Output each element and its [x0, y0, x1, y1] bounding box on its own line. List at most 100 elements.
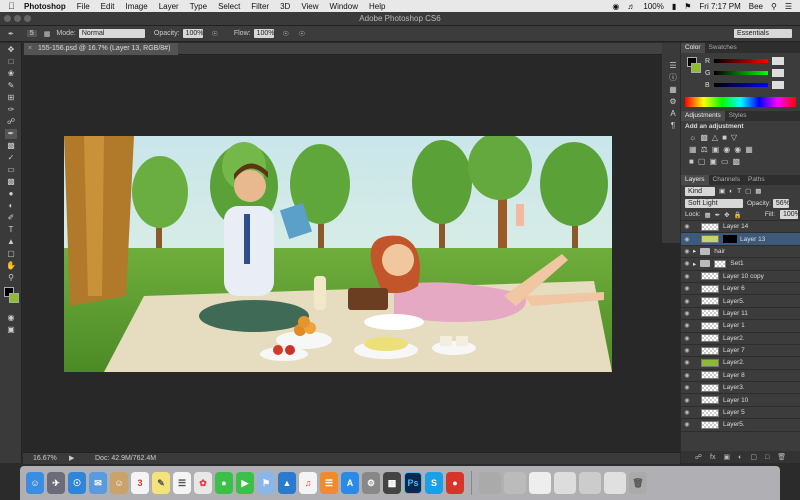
menu-window[interactable]: Window: [330, 2, 358, 11]
layer-row[interactable]: ◉ Layer 10 copy: [681, 271, 800, 283]
layer-row[interactable]: ◉ Layer 6: [681, 283, 800, 296]
layer-row[interactable]: ◉ Layer 8: [681, 370, 800, 383]
safari-icon[interactable]: ☉: [68, 472, 86, 494]
visibility-eye-icon[interactable]: ◉: [681, 298, 693, 305]
pen-tool-icon[interactable]: ✐: [5, 213, 17, 223]
color-balance-adjustment-icon[interactable]: ⚖: [701, 145, 708, 154]
menu-layer[interactable]: Layer: [159, 2, 179, 11]
ibooks-icon[interactable]: ☰: [320, 472, 338, 494]
layer-row[interactable]: ◉ Layer 11: [681, 308, 800, 321]
app-icon[interactable]: ●: [446, 472, 464, 494]
link-layers-icon[interactable]: ☍: [695, 453, 702, 461]
notification-center-icon[interactable]: ☰: [785, 2, 792, 11]
menu-filter[interactable]: Filter: [251, 2, 269, 11]
visibility-eye-icon[interactable]: ◉: [681, 273, 693, 280]
minimized-window-thumbnail[interactable]: [479, 472, 501, 494]
layer-row[interactable]: ◉ Layer5.: [681, 419, 800, 432]
blur-tool-icon[interactable]: ●: [5, 189, 17, 199]
blue-value-field[interactable]: [771, 81, 784, 89]
layer-row[interactable]: ◉ Layer 5: [681, 407, 800, 420]
brightness-adjustment-icon[interactable]: ☼: [689, 133, 696, 142]
photoshop-icon[interactable]: Ps: [404, 472, 422, 494]
blue-slider[interactable]: [713, 83, 768, 87]
quick-mask-icon[interactable]: ◉: [5, 313, 17, 323]
visibility-eye-icon[interactable]: ◉: [681, 372, 693, 379]
delete-layer-icon[interactable]: 🗑: [777, 453, 786, 461]
clone-stamp-tool-icon[interactable]: ▩: [5, 141, 17, 151]
healing-brush-tool-icon[interactable]: ☍: [5, 117, 17, 127]
doc-info-icon[interactable]: ▶: [69, 453, 74, 465]
tab-channels[interactable]: Channels: [709, 175, 744, 185]
layer-row[interactable]: ◉ ▸ hair: [681, 246, 800, 259]
new-layer-icon[interactable]: □: [765, 454, 769, 461]
green-value-field[interactable]: [772, 69, 785, 77]
character-panel-icon[interactable]: A: [667, 109, 679, 119]
black-white-adjustment-icon[interactable]: ▣: [712, 145, 720, 154]
visibility-eye-icon[interactable]: ◉: [681, 223, 693, 230]
close-tab-icon[interactable]: ×: [28, 43, 32, 55]
wifi-icon[interactable]: ◉: [612, 2, 619, 11]
close-window-button[interactable]: [4, 15, 11, 22]
visibility-eye-icon[interactable]: ◉: [681, 421, 693, 428]
move-tool-icon[interactable]: ✥: [5, 45, 17, 55]
lock-transparent-icon[interactable]: ▦: [705, 211, 711, 219]
menubar-clock[interactable]: Fri 7:17 PM: [699, 2, 740, 11]
filter-shape-icon[interactable]: ▢: [745, 187, 751, 195]
color-lookup-adjustment-icon[interactable]: ▦: [745, 145, 753, 154]
eyedropper-tool-icon[interactable]: ✑: [5, 105, 17, 115]
pressure-size-icon[interactable]: ☉: [299, 30, 305, 38]
flag-icon[interactable]: ⚑: [684, 2, 691, 11]
visibility-eye-icon[interactable]: ◉: [681, 260, 693, 267]
visibility-eye-icon[interactable]: ◉: [681, 310, 693, 317]
lock-all-icon[interactable]: 🔒: [734, 211, 742, 219]
tab-paths[interactable]: Paths: [744, 175, 769, 185]
menu-view[interactable]: View: [301, 2, 318, 11]
layer-row[interactable]: ◉ ▸ Set1: [681, 258, 800, 271]
visibility-eye-icon[interactable]: ◉: [681, 384, 693, 391]
info-panel-icon[interactable]: ⓘ: [667, 73, 679, 83]
levels-adjustment-icon[interactable]: ▩: [700, 133, 708, 142]
lasso-tool-icon[interactable]: ❀: [5, 69, 17, 79]
photo-filter-adjustment-icon[interactable]: ◉: [723, 145, 730, 154]
threshold-adjustment-icon[interactable]: ▣: [709, 157, 717, 166]
lock-image-icon[interactable]: ✒: [715, 211, 720, 219]
layer-row[interactable]: ◉ Layer2.: [681, 357, 800, 370]
shape-tool-icon[interactable]: ▢: [5, 249, 17, 259]
invert-adjustment-icon[interactable]: ■: [689, 157, 694, 166]
gradient-map-adjustment-icon[interactable]: ▭: [721, 157, 729, 166]
layer-row[interactable]: ◉ Layer 1: [681, 320, 800, 333]
tab-swatches[interactable]: Swatches: [705, 43, 741, 53]
layer-row[interactable]: ◉ Layer 13: [681, 233, 800, 246]
keynote-icon[interactable]: ▲: [278, 472, 296, 494]
marquee-tool-icon[interactable]: □: [5, 57, 17, 67]
brush-tool-icon[interactable]: ✒: [5, 129, 17, 139]
history-brush-tool-icon[interactable]: ✓: [5, 153, 17, 163]
document-tab[interactable]: × 155-156.psd @ 16.7% (Layer 13, RGB/8#): [24, 43, 179, 55]
spotlight-icon[interactable]: ⚲: [771, 2, 777, 11]
color-spectrum-bar[interactable]: [685, 97, 796, 107]
menu-help[interactable]: Help: [369, 2, 385, 11]
brush-preset-picker[interactable]: 5: [24, 29, 40, 38]
path-select-tool-icon[interactable]: ▲: [5, 237, 17, 247]
red-slider[interactable]: [714, 59, 769, 63]
properties-panel-icon[interactable]: ⚙: [667, 97, 679, 107]
battery-icon[interactable]: ▮: [672, 2, 676, 11]
visibility-eye-icon[interactable]: ◉: [681, 347, 693, 354]
hue-saturation-adjustment-icon[interactable]: ▦: [689, 145, 697, 154]
flow-field[interactable]: 100%: [253, 29, 274, 38]
zoom-window-button[interactable]: [24, 15, 31, 22]
notes-icon[interactable]: ✎: [152, 472, 170, 494]
messages-icon[interactable]: ●: [215, 472, 233, 494]
workspace-select[interactable]: Essentials: [734, 29, 792, 38]
visibility-eye-icon[interactable]: ◉: [681, 285, 693, 292]
posterize-adjustment-icon[interactable]: ▢: [698, 157, 706, 166]
layer-style-icon[interactable]: fx: [710, 454, 715, 461]
system-preferences-icon[interactable]: ⚙: [362, 472, 380, 494]
add-mask-icon[interactable]: ▣: [723, 453, 730, 461]
paragraph-panel-icon[interactable]: ¶: [667, 121, 679, 131]
visibility-eye-icon[interactable]: ◉: [681, 409, 693, 416]
exposure-adjustment-icon[interactable]: ■: [722, 133, 727, 142]
layer-row[interactable]: ◉ Layer3.: [681, 382, 800, 395]
blend-mode-select[interactable]: Soft Light: [685, 198, 743, 208]
menubar-user[interactable]: Bee: [749, 2, 763, 11]
